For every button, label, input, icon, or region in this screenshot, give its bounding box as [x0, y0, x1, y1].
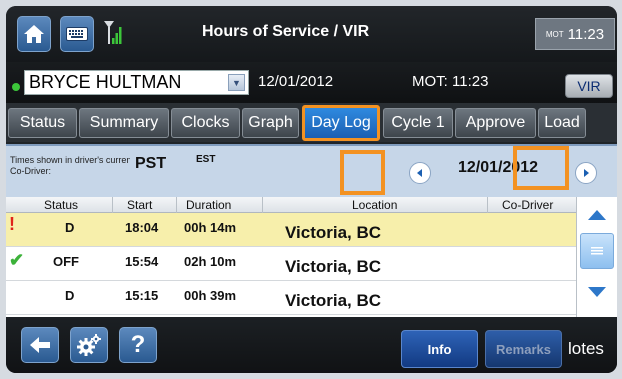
- gears-icon: [77, 334, 101, 356]
- remarks-button[interactable]: Remarks: [485, 330, 562, 368]
- row-location: Victoria, BC: [285, 223, 382, 242]
- tab-summary[interactable]: Summary: [79, 108, 169, 138]
- timezone-est-option[interactable]: EST: [196, 154, 215, 165]
- tab-bar: Status Summary Clocks Graph Day Log Cycl…: [6, 103, 617, 142]
- arrow-down-icon: [588, 287, 606, 297]
- chevron-down-icon: ▼: [228, 74, 245, 91]
- arrow-up-icon: [588, 210, 606, 220]
- keyboard-button[interactable]: [60, 16, 94, 52]
- highlight-box: [513, 146, 569, 190]
- scroll-down-button[interactable]: [581, 279, 613, 305]
- driver-date: 12/01/2012: [258, 73, 334, 90]
- vir-button[interactable]: VIR: [565, 74, 613, 98]
- log-info-bar: Times shown in driver's current tir Co-D…: [6, 144, 617, 197]
- highlight-box: [340, 150, 385, 195]
- column-header-status: Status: [44, 198, 79, 212]
- row-status: D: [65, 220, 75, 235]
- grip-icon: [591, 247, 603, 255]
- row-location: Victoria, BC: [285, 257, 382, 276]
- title-bar: Hours of Service / VIR MOT 11:23: [6, 6, 617, 62]
- row-start: 18:04: [125, 220, 159, 235]
- scroll-up-button[interactable]: [581, 202, 613, 228]
- table-header: Status Start Duration Location Co-Driver: [6, 197, 576, 213]
- timezone-pst-option[interactable]: PST: [135, 155, 166, 173]
- column-header-start: Start: [127, 198, 153, 212]
- row-duration: 00h 14m: [184, 220, 237, 235]
- app-title: Hours of Service / VIR: [202, 23, 370, 40]
- back-button[interactable]: [21, 327, 59, 363]
- next-day-button[interactable]: [575, 162, 597, 184]
- checkmark-icon: ✔: [9, 250, 25, 270]
- tab-status[interactable]: Status: [8, 108, 77, 138]
- tab-approve[interactable]: Approve: [455, 108, 536, 138]
- table-row[interactable]: ✔ OFF 15:54 02h 10m Victoria, BC: [6, 247, 576, 281]
- previous-day-button[interactable]: [409, 162, 431, 184]
- bottom-toolbar: ? Info Remarks lotes: [6, 317, 617, 373]
- clock-timezone: MOT: [545, 29, 564, 39]
- co-driver-label: Co-Driver:: [10, 166, 52, 176]
- chevron-left-icon: [417, 169, 422, 177]
- clock-time: 11:23: [567, 25, 605, 43]
- driver-status-dot: [12, 83, 20, 91]
- settings-button[interactable]: [70, 327, 108, 363]
- screen-frame: Hours of Service / VIR MOT 11:23 BRYCE H…: [0, 0, 622, 379]
- tab-clocks[interactable]: Clocks: [171, 108, 240, 138]
- column-header-location: Location: [352, 198, 398, 212]
- home-icon: [24, 25, 44, 43]
- day-log-table: Status Start Duration Location Co-Driver…: [6, 197, 576, 317]
- driver-mot-time: MOT: 11:23: [412, 73, 489, 90]
- keyboard-icon: [66, 27, 88, 41]
- table-scrollbar[interactable]: [576, 197, 617, 317]
- row-status: OFF: [53, 254, 79, 269]
- row-duration: 00h 39m: [184, 288, 237, 303]
- row-status: D: [65, 288, 75, 303]
- tab-day-log[interactable]: Day Log: [302, 105, 380, 141]
- row-duration: 02h 10m: [184, 254, 237, 269]
- clock-display: MOT 11:23: [535, 18, 615, 50]
- signal-icon: [104, 21, 122, 44]
- driver-name: BRYCE HULTMAN: [29, 72, 182, 92]
- hos-window: Hours of Service / VIR MOT 11:23 BRYCE H…: [6, 6, 617, 373]
- home-button[interactable]: [17, 16, 51, 52]
- row-start: 15:15: [125, 288, 159, 303]
- row-start: 15:54: [125, 254, 159, 269]
- tab-load[interactable]: Load: [538, 108, 586, 138]
- table-row[interactable]: D 15:15 00h 39m Victoria, BC: [6, 281, 576, 315]
- help-button[interactable]: ?: [119, 327, 157, 363]
- tab-cycle-1[interactable]: Cycle 1: [383, 108, 453, 138]
- tab-graph[interactable]: Graph: [242, 108, 299, 138]
- arrow-left-icon: [30, 337, 50, 353]
- timezone-note: Times shown in driver's current tir: [10, 155, 130, 165]
- column-header-duration: Duration: [186, 198, 232, 212]
- table-row[interactable]: ! D 18:04 00h 14m Victoria, BC: [6, 213, 576, 247]
- scroll-thumb[interactable]: [580, 233, 614, 269]
- row-location: Victoria, BC: [285, 291, 382, 310]
- info-button[interactable]: Info: [401, 330, 478, 368]
- warning-icon: !: [9, 214, 15, 234]
- driver-select[interactable]: BRYCE HULTMAN ▼: [24, 70, 249, 95]
- column-header-co-driver: Co-Driver: [502, 198, 554, 212]
- chevron-right-icon: [584, 169, 589, 177]
- notes-button[interactable]: lotes: [568, 330, 617, 368]
- driver-bar: BRYCE HULTMAN ▼ 12/01/2012 MOT: 11:23 VI…: [6, 62, 617, 104]
